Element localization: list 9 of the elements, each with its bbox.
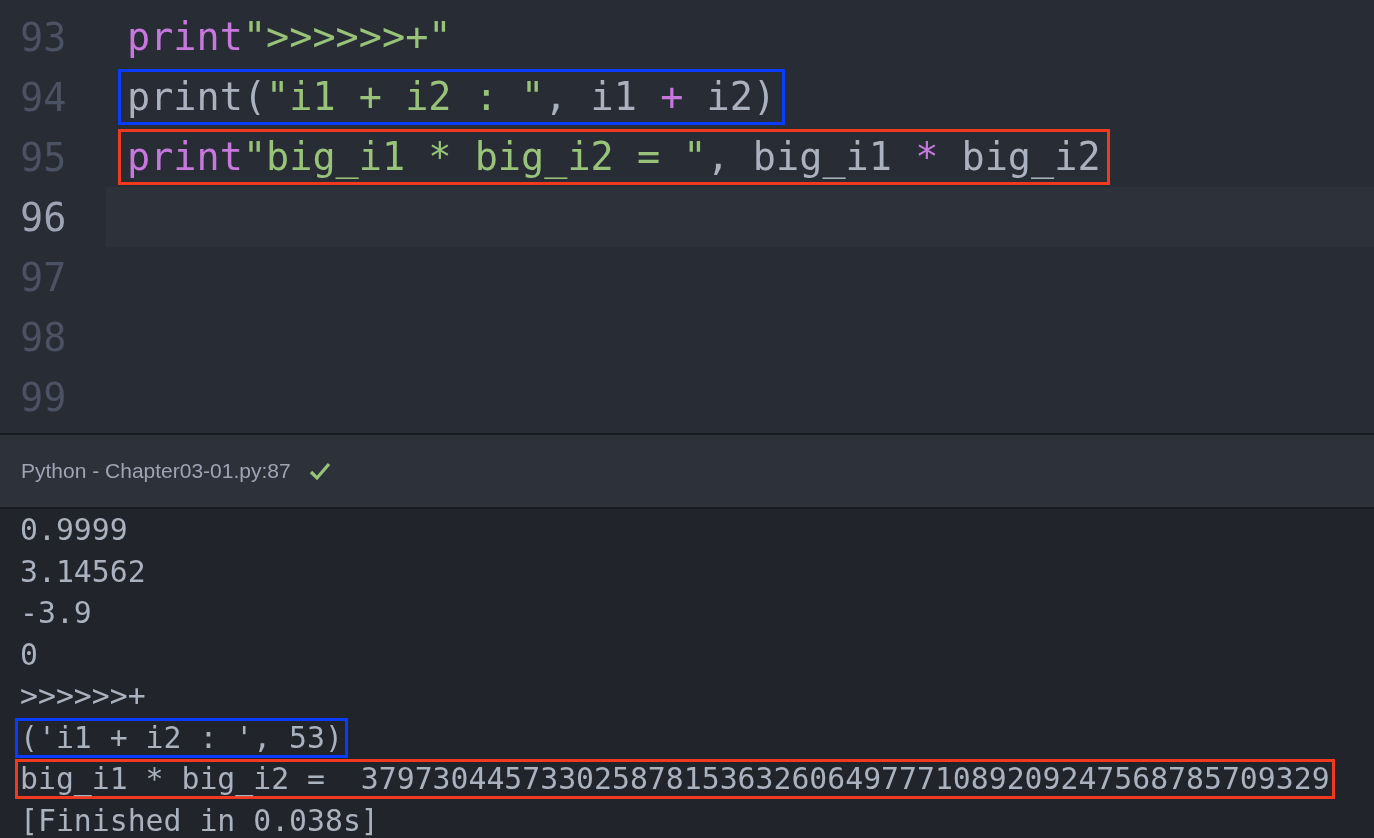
output-line: -3.9 — [19, 594, 93, 632]
code-line: print">>>>>>+" — [126, 13, 453, 61]
output-line: 0.9999 — [19, 511, 129, 549]
output-line: [Finished in 0.038s] — [19, 801, 380, 838]
output-line: >>>>>>+ — [19, 677, 147, 715]
status-label: Python - Chapter03-01.py:87 — [21, 459, 291, 483]
output-line: 3.14562 — [19, 552, 147, 591]
line-number: 96 — [19, 194, 68, 240]
output-line: 0 — [19, 635, 39, 674]
